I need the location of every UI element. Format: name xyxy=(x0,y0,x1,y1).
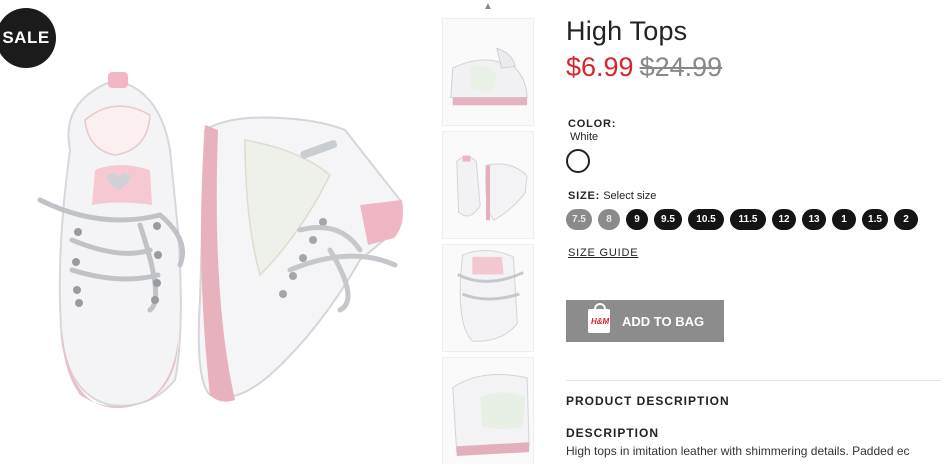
price-block: $6.99 $24.99 xyxy=(566,52,722,83)
thumbnail-image xyxy=(443,245,533,351)
product-description-heading[interactable]: PRODUCT DESCRIPTION xyxy=(566,394,730,408)
original-price: $24.99 xyxy=(639,52,723,82)
section-divider xyxy=(566,380,941,381)
thumbnail-1[interactable] xyxy=(442,18,534,126)
size-guide-link[interactable]: SIZE GUIDE xyxy=(568,247,638,259)
sale-price: $6.99 xyxy=(566,52,634,82)
right-shoe-illustration xyxy=(197,116,403,402)
size-option[interactable]: 1.5 xyxy=(862,209,888,230)
thumbnail-2[interactable] xyxy=(442,131,534,239)
thumbnail-image xyxy=(443,19,533,125)
add-to-bag-button[interactable]: H&M ADD TO BAG xyxy=(566,300,724,342)
size-option[interactable]: 7.5 xyxy=(566,209,592,230)
size-selector: 7.5 8 9 9.5 10.5 11.5 12 13 1 1.5 2 xyxy=(566,209,941,231)
chevron-up-icon[interactable]: ▲ xyxy=(483,2,493,12)
size-option[interactable]: 9 xyxy=(626,209,648,230)
product-photo xyxy=(37,72,403,409)
size-prompt: Select size xyxy=(603,190,657,202)
size-option[interactable]: 10.5 xyxy=(688,209,724,230)
thumbnail-image xyxy=(443,358,533,464)
size-option[interactable]: 9.5 xyxy=(654,209,682,230)
product-title: High Tops xyxy=(566,16,688,46)
thumbnail-3[interactable] xyxy=(442,244,534,352)
description-text: High tops in imitation leather with shim… xyxy=(566,444,910,458)
add-to-bag-label: ADD TO BAG xyxy=(622,313,705,329)
shopping-bag-icon: H&M xyxy=(588,303,610,333)
size-option[interactable]: 2 xyxy=(894,209,918,230)
color-value: White xyxy=(570,131,599,143)
size-label: SIZE: Select size xyxy=(568,190,656,202)
thumbnail-strip: ▲ xyxy=(440,0,534,464)
size-option[interactable]: 8 xyxy=(598,209,620,230)
left-shoe-illustration xyxy=(37,72,185,409)
bag-brand: H&M xyxy=(591,317,610,326)
size-option[interactable]: 13 xyxy=(802,209,826,230)
size-label-text: SIZE: xyxy=(568,190,601,202)
thumbnail-image xyxy=(443,132,533,238)
size-option[interactable]: 11.5 xyxy=(730,209,766,230)
description-heading: DESCRIPTION xyxy=(566,426,660,440)
size-option[interactable]: 12 xyxy=(772,209,796,230)
color-swatch-white[interactable] xyxy=(566,149,590,173)
main-product-image[interactable]: SALE xyxy=(0,0,430,464)
thumbnail-4[interactable] xyxy=(442,357,534,464)
color-label: COLOR: xyxy=(568,118,617,130)
product-info-panel: High Tops $6.99 $24.99 COLOR: White SIZE:… xyxy=(566,0,941,464)
size-option[interactable]: 1 xyxy=(832,209,856,230)
